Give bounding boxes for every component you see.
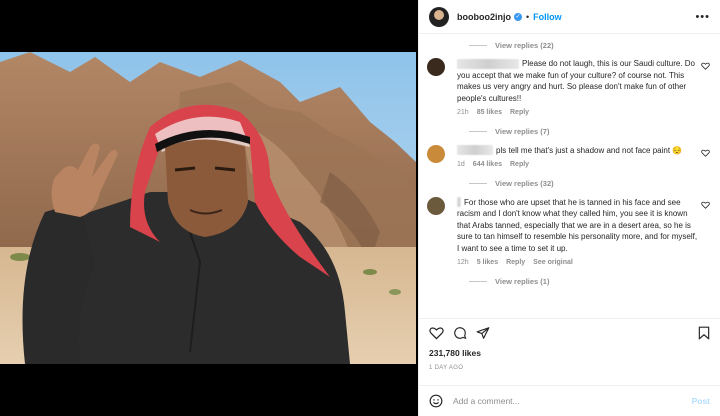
comment-input[interactable]	[453, 396, 692, 406]
comment-time[interactable]: 1d	[457, 159, 465, 171]
comment-text: pls tell me that's just a shadow and not…	[496, 145, 683, 155]
comment-meta: 21h 85 likes Reply	[457, 107, 698, 119]
view-replies-label: View replies (22)	[495, 40, 554, 50]
separator-dot: •	[526, 11, 530, 22]
post-date: 1 DAY AGO	[429, 365, 464, 371]
view-replies-button[interactable]: View replies (22)	[469, 38, 712, 52]
author-avatar[interactable]	[429, 6, 449, 27]
comment-item: pls tell me that's just a shadow and not…	[427, 144, 712, 171]
comment-body: pls tell me that's just a shadow and not…	[457, 145, 698, 171]
view-replies-button[interactable]: View replies (32)	[469, 177, 712, 191]
post-header: booboo2injo ✓ • Follow •••	[419, 0, 720, 34]
view-replies-label: View replies (7)	[495, 127, 550, 136]
comment-item: For those who are upset that he is tanne…	[427, 196, 712, 269]
comment-bubble-icon[interactable]	[453, 326, 467, 340]
reply-button[interactable]: Reply	[506, 257, 525, 269]
comment-time[interactable]: 21h	[457, 107, 469, 119]
reply-button[interactable]: Reply	[510, 159, 529, 171]
reply-button[interactable]: Reply	[510, 107, 529, 119]
view-replies-button[interactable]: View replies (1)	[469, 275, 712, 289]
view-replies-label: View replies (1)	[495, 277, 550, 286]
blurred-username[interactable]	[457, 197, 461, 208]
comment-likes[interactable]: 85 likes	[477, 107, 502, 119]
comment-text: For those who are upset that he is tanne…	[457, 197, 698, 253]
emoji-smiley-icon[interactable]	[429, 394, 443, 408]
replies-divider-line	[469, 183, 487, 184]
comment-meta: 12h 5 likes Reply See original	[457, 257, 698, 269]
action-bar	[419, 318, 720, 346]
commenter-avatar[interactable]	[427, 58, 445, 76]
view-replies-label: View replies (32)	[495, 179, 554, 188]
follow-button[interactable]: Follow	[533, 12, 562, 22]
comments-panel: booboo2injo ✓ • Follow ••• View replies …	[418, 0, 720, 416]
post-image	[0, 52, 416, 364]
comments-list[interactable]: View replies (22) Please do not laugh, th…	[419, 34, 720, 317]
comment-likes[interactable]: 644 likes	[473, 159, 502, 171]
comment-body: For those who are upset that he is tanne…	[457, 197, 698, 269]
comment-meta: 1d 644 likes Reply	[457, 159, 698, 171]
commenter-avatar[interactable]	[427, 144, 445, 163]
comment-body: Please do not laugh, this is our Saudi c…	[457, 58, 698, 119]
blurred-username[interactable]	[457, 58, 519, 69]
verified-badge-icon: ✓	[514, 12, 522, 21]
next-post-arrow-icon[interactable]: ›	[706, 0, 720, 416]
desert-portrait-photo	[0, 52, 416, 364]
add-comment-bar: Post	[419, 385, 720, 416]
comment-time[interactable]: 12h	[457, 257, 469, 269]
see-original-button[interactable]: See original	[533, 257, 573, 269]
commenter-avatar[interactable]	[427, 196, 445, 215]
view-replies-button[interactable]: View replies (7)	[469, 125, 712, 139]
replies-divider-line	[469, 44, 487, 46]
comment-item: Please do not laugh, this is our Saudi c…	[427, 58, 712, 119]
author-username[interactable]: booboo2injo	[457, 12, 511, 22]
comment-likes[interactable]: 5 likes	[477, 257, 498, 269]
like-heart-icon[interactable]	[429, 326, 444, 340]
blurred-username[interactable]	[457, 145, 493, 156]
replies-divider-line	[469, 281, 487, 282]
replies-divider-line	[469, 131, 487, 132]
likes-count[interactable]: 231,780 likes	[429, 348, 481, 358]
share-paper-plane-icon[interactable]	[476, 326, 490, 340]
